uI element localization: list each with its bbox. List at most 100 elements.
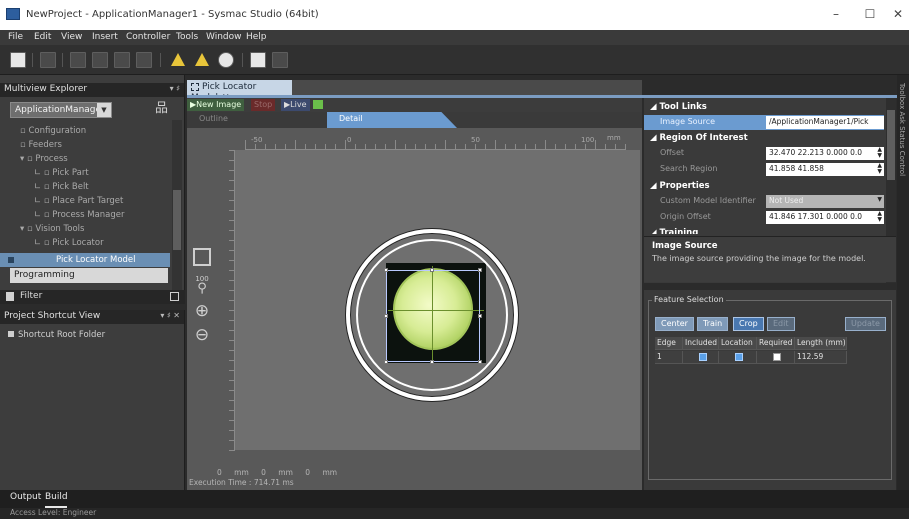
- zoom-fit-icon[interactable]: [70, 52, 86, 68]
- section-tool-links[interactable]: ◢ Tool Links: [644, 100, 884, 114]
- custom-model-text: Not Used: [769, 196, 804, 205]
- cell-location[interactable]: [719, 351, 757, 364]
- app-icon: [6, 8, 20, 20]
- custom-model-select[interactable]: Not Used ▼: [766, 195, 884, 208]
- programming-section[interactable]: Programming: [10, 268, 168, 283]
- tree-item-place-part-target[interactable]: ∟ ▫ Place Part Target: [0, 194, 170, 208]
- tree-item-pick-belt[interactable]: ∟ ▫ Pick Belt: [0, 180, 170, 194]
- shortcut-title: Project Shortcut View: [4, 311, 101, 321]
- online-icon[interactable]: [194, 52, 210, 68]
- zoom-fit-icon[interactable]: [193, 248, 211, 266]
- feature-selection-group: Center Train Crop Edit Update Edge Inclu…: [648, 300, 892, 480]
- section-region-of-interest[interactable]: ◢ Region Of Interest: [644, 131, 884, 145]
- explorer-scrollbar[interactable]: [172, 120, 182, 300]
- tree-item-pick-locator[interactable]: ∟ ▫ Pick Locator: [0, 236, 170, 250]
- row-origin-offset[interactable]: Origin Offset 41.846 17.301 0.000 0.0 ▲ ▼: [644, 210, 884, 225]
- spin-icon[interactable]: ▲ ▼: [877, 163, 882, 175]
- row-custom-model-identifier[interactable]: Custom Model Identifier Not Used ▼: [644, 194, 884, 209]
- application-selector[interactable]: ApplicationManager1 ▼: [10, 102, 112, 118]
- tab-outline[interactable]: Outline: [199, 114, 228, 123]
- ruler-tick: [595, 140, 596, 150]
- image-source-value[interactable]: /ApplicationManager1/Pick: [766, 116, 884, 129]
- filter-icon[interactable]: [6, 292, 14, 301]
- offline-icon[interactable]: [218, 52, 234, 68]
- zoom-out-icon[interactable]: [114, 52, 130, 68]
- zoom-in-icon[interactable]: [92, 52, 108, 68]
- screen-icon[interactable]: [272, 52, 288, 68]
- project-icon[interactable]: [10, 52, 26, 68]
- cell-edge[interactable]: 1: [655, 351, 683, 364]
- filter-label[interactable]: Filter: [20, 291, 42, 301]
- menu-controller[interactable]: Controller: [126, 32, 170, 42]
- cell-length[interactable]: 112.59: [795, 351, 847, 364]
- cell-required[interactable]: [757, 351, 795, 364]
- description-text: The image source providing the image for…: [652, 254, 866, 263]
- tree-item-configuration[interactable]: ▫ Configuration: [0, 124, 170, 138]
- location-checkbox[interactable]: [735, 353, 743, 361]
- offset-field[interactable]: 32.470 22.213 0.000 0.0 ▲ ▼: [766, 147, 884, 160]
- scrollbar-thumb[interactable]: [887, 110, 895, 180]
- row-offset[interactable]: Offset 32.470 22.213 0.000 0.0 ▲ ▼: [644, 146, 884, 161]
- live-button[interactable]: ▶Live: [281, 99, 310, 111]
- pin-icon[interactable]: ▾ ♯: [170, 84, 180, 93]
- tree-item-pick-part[interactable]: ∟ ▫ Pick Part: [0, 166, 170, 180]
- document-tab[interactable]: Pick Locator Model✕: [187, 80, 292, 103]
- pin-icon[interactable]: ▾ ♯ ✕: [160, 311, 180, 320]
- spin-icon[interactable]: ▲ ▼: [877, 211, 882, 223]
- tab-output[interactable]: Output: [10, 492, 41, 502]
- zoom-in-icon[interactable]: ⊕: [191, 300, 213, 322]
- menu-help[interactable]: Help: [246, 32, 267, 42]
- search-region-field[interactable]: 41.858 41.858 ▲ ▼: [766, 163, 884, 176]
- required-checkbox[interactable]: [773, 353, 781, 361]
- filter-toggle-icon[interactable]: [170, 292, 179, 301]
- tab-build[interactable]: Build: [45, 492, 68, 502]
- crop-button[interactable]: Crop: [733, 317, 764, 331]
- section-properties[interactable]: ◢ Properties: [644, 179, 884, 193]
- grid-icon[interactable]: [40, 52, 56, 68]
- tree-item-pick-locator-model[interactable]: Pick Locator Model: [0, 253, 170, 267]
- chevron-down-icon[interactable]: ▼: [97, 103, 111, 117]
- origin-offset-field[interactable]: 41.846 17.301 0.000 0.0 ▲ ▼: [766, 211, 884, 224]
- spin-icon[interactable]: ▲ ▼: [877, 147, 882, 159]
- dock-labels[interactable]: Toolbox Ask Status Control: [898, 83, 906, 176]
- cell-included[interactable]: [683, 351, 719, 364]
- tab-detail[interactable]: Detail: [327, 112, 457, 128]
- menu-insert[interactable]: Insert: [92, 32, 118, 42]
- zoom-out-icon[interactable]: ⊖: [191, 324, 213, 346]
- side-dock-strip[interactable]: Toolbox Ask Status Control: [897, 75, 909, 490]
- tree-item-process[interactable]: ▾ ▫ Process: [0, 152, 170, 166]
- minimize-button[interactable]: –: [826, 6, 846, 22]
- editor-toolbar: ▶New Image Stop ▶Live: [187, 98, 642, 112]
- menu-tools[interactable]: Tools: [176, 32, 198, 42]
- menu-file[interactable]: File: [8, 32, 23, 42]
- zoom-reset-icon[interactable]: 100 ⚲: [191, 274, 213, 296]
- tree-item-feeders[interactable]: ▫ Feeders: [0, 138, 170, 152]
- center-button[interactable]: Center: [655, 317, 694, 331]
- chevron-down-icon[interactable]: ▼: [877, 196, 882, 203]
- ruler-tick: [345, 140, 346, 150]
- row-image-source[interactable]: Image Source /ApplicationManager1/Pick: [644, 115, 884, 130]
- section-training[interactable]: ◢ Training: [644, 226, 884, 234]
- menu-view[interactable]: View: [61, 32, 82, 42]
- simulate-icon[interactable]: [136, 52, 152, 68]
- row-search-region[interactable]: Search Region 41.858 41.858 ▲ ▼: [644, 162, 884, 177]
- included-checkbox[interactable]: [699, 353, 707, 361]
- menu-window[interactable]: Window: [206, 32, 242, 42]
- new-image-button[interactable]: ▶New Image: [187, 99, 245, 111]
- menu-edit[interactable]: Edit: [34, 32, 51, 42]
- close-button[interactable]: ✕: [888, 6, 908, 22]
- warning-icon[interactable]: [170, 52, 186, 68]
- train-button[interactable]: Train: [697, 317, 729, 331]
- stop-button[interactable]: Stop: [251, 99, 276, 111]
- ruler-label: 0: [347, 136, 352, 144]
- tree-item-vision-tools[interactable]: ▾ ▫ Vision Tools: [0, 222, 170, 236]
- shortcut-root-folder[interactable]: Shortcut Root Folder: [8, 330, 105, 340]
- maximize-button[interactable]: ☐: [860, 6, 880, 22]
- flag-icon[interactable]: [313, 100, 323, 109]
- edit-button[interactable]: Edit: [767, 317, 795, 331]
- tree-item-process-manager[interactable]: ∟ ▫ Process Manager: [0, 208, 170, 222]
- scrollbar-thumb[interactable]: [173, 190, 181, 250]
- hierarchy-icon[interactable]: 品: [155, 102, 173, 118]
- update-button[interactable]: Update: [845, 317, 886, 331]
- build-icon[interactable]: [250, 52, 266, 68]
